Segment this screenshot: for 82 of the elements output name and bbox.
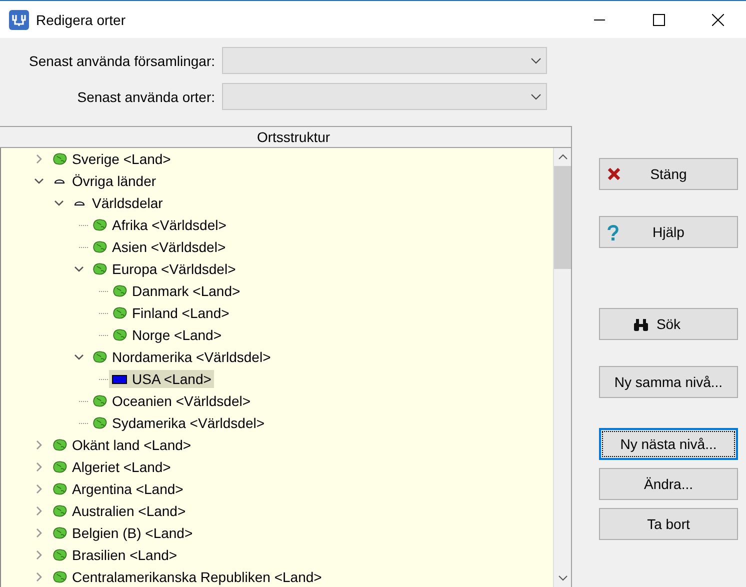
- dialog-button[interactable]: Ny nästa nivå...: [599, 428, 738, 460]
- globe-icon: [92, 351, 107, 363]
- tree-item[interactable]: Argentina <Land>: [49, 480, 186, 498]
- x-icon: [607, 167, 621, 181]
- globe-icon: [52, 549, 67, 561]
- scroll-down-icon[interactable]: [558, 575, 568, 581]
- dropdown-field[interactable]: [222, 83, 547, 110]
- globe-icon: [52, 527, 67, 539]
- close-icon[interactable]: [712, 14, 724, 26]
- question-mark-icon: [607, 225, 619, 241]
- globe-icon: [92, 219, 107, 231]
- globe-icon: [52, 505, 67, 517]
- chevron-right-icon[interactable]: [34, 440, 44, 450]
- tree-connector: [78, 224, 88, 226]
- tree-connector: [78, 246, 88, 248]
- chevron-down-icon[interactable]: [74, 264, 84, 274]
- combo-label: Senast använda församlingar:: [28, 52, 216, 68]
- globe-icon: [52, 483, 67, 495]
- scroll-up-icon[interactable]: [558, 154, 568, 160]
- dialog-button[interactable]: Ny samma nivå...: [599, 366, 738, 398]
- globe-icon: [52, 439, 67, 451]
- tree-connector: [78, 400, 88, 402]
- chevron-right-icon[interactable]: [34, 506, 44, 516]
- tree-item[interactable]: Oceanien <Världsdel>: [89, 392, 254, 410]
- tree-item[interactable]: Sydamerika <Världsdel>: [89, 414, 268, 432]
- globe-icon: [52, 571, 67, 583]
- scroll-thumb[interactable]: [554, 166, 571, 269]
- tree-connector: [98, 312, 108, 314]
- tree-connector: [98, 334, 108, 336]
- tree-item[interactable]: Finland <Land>: [109, 304, 232, 322]
- globe-icon: [52, 153, 67, 165]
- scrollbar[interactable]: [553, 148, 571, 587]
- chevron-right-icon[interactable]: [34, 462, 44, 472]
- tree-connector: [78, 422, 88, 424]
- globe-icon: [92, 395, 107, 407]
- dropdown-caret-icon: [531, 58, 541, 64]
- dialog-button[interactable]: Sök: [599, 308, 738, 340]
- tree-item[interactable]: Världsdelar: [69, 194, 166, 212]
- tree-connector: [98, 378, 108, 380]
- tree-item[interactable]: Nordamerika <Världsdel>: [89, 348, 274, 366]
- tree-item[interactable]: Danmark <Land>: [109, 282, 244, 300]
- tree-item[interactable]: Algeriet <Land>: [49, 458, 174, 476]
- tree-connector: [98, 290, 108, 292]
- globe-icon: [92, 263, 107, 275]
- chevron-down-icon[interactable]: [54, 198, 64, 208]
- tree-item[interactable]: USA <Land>: [109, 370, 214, 388]
- tree-item[interactable]: Asien <Världsdel>: [89, 238, 229, 256]
- chevron-right-icon[interactable]: [34, 528, 44, 538]
- tree-item[interactable]: Okänt land <Land>: [49, 436, 194, 454]
- tree-item[interactable]: Afrika <Världsdel>: [89, 216, 230, 234]
- dialog-button[interactable]: Hjälp: [599, 216, 738, 248]
- flag-icon: [112, 373, 127, 385]
- tree-item[interactable]: Belgien (B) <Land>: [49, 524, 196, 542]
- chevron-right-icon[interactable]: [34, 572, 44, 582]
- chevron-right-icon[interactable]: [34, 154, 44, 164]
- chevron-down-icon[interactable]: [74, 352, 84, 362]
- binoculars-icon: [633, 319, 649, 331]
- dialog-button[interactable]: Stäng: [599, 158, 738, 190]
- window-title: Redigera orter: [36, 12, 126, 28]
- tree-item[interactable]: Sverige <Land>: [49, 150, 174, 168]
- dialog-button[interactable]: Ändra...: [599, 468, 738, 500]
- dropdown-caret-icon: [531, 94, 541, 100]
- globe-icon: [92, 417, 107, 429]
- chevron-right-icon[interactable]: [34, 484, 44, 494]
- chevron-down-icon[interactable]: [34, 176, 44, 186]
- combo-label: Senast använda orter:: [76, 88, 216, 104]
- tree-item[interactable]: Norge <Land>: [109, 326, 225, 344]
- app-icon: [9, 10, 29, 30]
- tree-item[interactable]: Övriga länder: [49, 172, 160, 190]
- dropdown-field[interactable]: [222, 47, 547, 74]
- globe-icon: [52, 461, 67, 473]
- globe-icon: [112, 285, 127, 297]
- globe-icon: [112, 307, 127, 319]
- chevron-right-icon[interactable]: [34, 550, 44, 560]
- tree-item[interactable]: Centralamerikanska Republiken <Land>: [49, 568, 325, 586]
- tree-item[interactable]: Europa <Världsdel>: [89, 260, 239, 278]
- globe-icon: [92, 241, 107, 253]
- tree-item[interactable]: Australien <Land>: [49, 502, 189, 520]
- maximize-icon[interactable]: [653, 14, 665, 26]
- dialog-button[interactable]: Ta bort: [599, 508, 738, 540]
- tree-item[interactable]: Brasilien <Land>: [49, 546, 180, 564]
- globe-icon: [112, 329, 127, 341]
